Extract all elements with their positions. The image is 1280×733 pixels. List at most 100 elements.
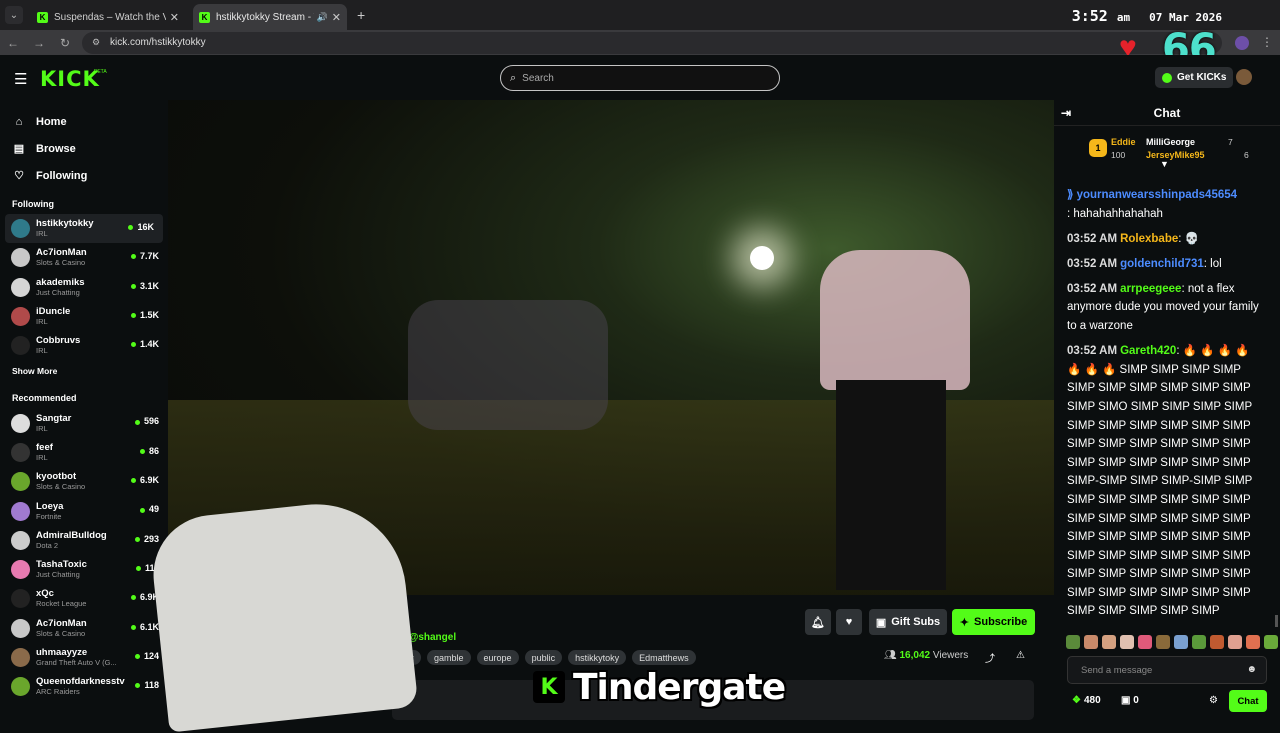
browser-menu-icon[interactable]: ⋮ [1261,35,1273,49]
sidebar-channel[interactable]: feef IRL 86 [0,438,168,467]
gift-subs-button[interactable]: ▣ Gift Subs [869,609,947,635]
chat-send-button[interactable]: Chat [1229,690,1267,712]
sidebar-channel[interactable]: AdmiralBulldog Dota 2 293 [0,526,168,555]
message-timestamp: 03:52 AM [1067,345,1118,358]
sidebar-channel[interactable]: Queenofdarknesstv ARC Raiders 118 [0,672,168,701]
sidebar-channel[interactable]: Ac7ionMan Slots & Casino 7.7K [0,243,168,272]
emote-icon[interactable] [1156,635,1170,649]
message-username[interactable]: Rolexbabe [1120,233,1178,245]
sidebar-channel[interactable]: hstikkytokky IRL 16K [5,214,163,244]
tab-list-button[interactable]: ⌄ [5,6,23,24]
beta-label: BETA [94,69,107,75]
tab-title: hstikkytokky Stream - Watch [216,11,314,23]
emote-icon[interactable] [1174,635,1188,649]
kick-logo[interactable]: KICK [40,67,100,91]
chat-scrollbar[interactable] [1275,615,1278,627]
notification-bell-button[interactable]: 🔔︎ [805,609,831,635]
stream-tag[interactable]: gamble [427,650,471,665]
channel-name: Cobbruvs [36,335,81,347]
stream-tag[interactable]: public [524,650,563,665]
sidebar-channel[interactable]: iDuncle IRL 1.5K [0,302,168,331]
show-more-button[interactable]: Show More [0,366,168,376]
sidebar-channel[interactable]: TashaToxic Just Chatting 111 [0,555,168,584]
sidebar-channel[interactable]: Cobbruvs IRL 1.4K [0,331,168,360]
emote-icon[interactable] [1066,635,1080,649]
emote-icon[interactable] [1192,635,1206,649]
kicks-balance-value: 480 [1083,695,1101,706]
stream-tag[interactable]: hstikkytoky [568,650,627,665]
user-avatar[interactable] [1236,69,1252,85]
stream-tag[interactable]: europe [476,650,519,665]
channel-info: AdmiralBulldog Dota 2 [36,530,107,551]
channel-category: Rocket League [36,599,87,609]
emote-icon[interactable] [1102,635,1116,649]
close-tab-icon[interactable]: ✕ [332,11,341,24]
report-icon[interactable]: ⚠ [1016,650,1025,661]
expand-leaderboard-icon[interactable]: ▼ [1160,159,1169,169]
site-info-icon[interactable]: ⚙ [92,37,104,48]
leader-second-name[interactable]: MilliGeorge [1146,137,1195,147]
emote-icon[interactable] [1120,635,1134,649]
nav-following[interactable]: ♡ Following [0,162,168,189]
leader-first-name[interactable]: Eddie [1111,137,1136,147]
forward-icon[interactable]: → [26,36,52,50]
leader-second-score: 7 [1228,137,1233,147]
channel-info: xQc Rocket League [36,588,86,609]
back-icon[interactable]: ← [0,36,26,50]
channel-name: uhmaayyze [36,647,88,658]
channel-category: Grand Theft Auto V (G... [36,658,117,667]
sidebar-channel[interactable]: akademiks Just Chatting 3.1K [0,273,168,302]
browse-icon: ▤ [13,143,25,155]
emoji-picker-icon[interactable]: ☻ [1246,664,1257,675]
heart-icon: ♡ [14,170,24,182]
hamburger-menu-icon[interactable]: ☰ [14,70,27,88]
message-username[interactable]: Gareth420 [1120,345,1176,357]
browser-tab-2[interactable]: K hstikkytokky Stream - Watch 🔊 ✕ [193,4,347,30]
speaker-icon[interactable]: 🔊 [317,12,328,23]
kicks-balance[interactable]: ❖ 480 [1072,695,1101,706]
emote-icon[interactable] [1246,635,1260,649]
stream-tag[interactable]: Edmatthews [632,650,696,665]
follow-button[interactable]: ♥ [836,609,862,635]
emote-icon[interactable] [1084,635,1098,649]
chat-message: 03:52 AM arrpeegeee: not a flex anymore d… [1067,280,1267,336]
emote-icon[interactable] [1228,635,1242,649]
sidebar-channel[interactable]: kyootbot Slots & Casino 6.9K [0,467,168,496]
get-kicks-button[interactable]: Get KICKs [1155,67,1234,88]
browser-tab-1[interactable]: K Suspendas – Watch the VOD on ✕ [31,4,185,30]
leader-first-score: 100 [1111,150,1126,160]
leader-third-name[interactable]: JerseyMike95 [1146,150,1205,160]
sidebar-channel[interactable]: uhmaayyze Grand Theft Auto V (G... 124 [0,643,168,672]
nav-home[interactable]: ⌂ Home [0,108,168,135]
message-username[interactable]: arrpeegeee [1120,283,1181,295]
new-tab-button[interactable]: + [357,7,365,23]
sidebar-channel[interactable]: Ac7ionMan Slots & Casino 6.1K [0,614,168,643]
share-icon[interactable]: ⤴ [985,650,995,665]
rank-badge: 1 [1089,139,1107,157]
reload-icon[interactable]: ↻ [52,36,78,50]
url-field[interactable]: ⚙ kick.com/hstikkytokky [82,31,1222,54]
tab-title: Suspendas – Watch the VOD on [54,11,166,23]
nav-browse[interactable]: ▤ Browse [0,135,168,162]
channel-viewers: 1.5K [131,310,159,320]
gift-count[interactable]: ▣ 0 [1121,695,1139,706]
message-username[interactable]: yournanwearsshinpads45654 [1077,189,1237,201]
sidebar-channel[interactable]: xQc Rocket League 6.9K [0,584,168,613]
close-tab-icon[interactable]: ✕ [170,11,179,24]
search-input[interactable]: ⌕ Search [500,65,780,91]
subscribe-button[interactable]: ✦ Subscribe [952,609,1035,635]
emote-icon[interactable] [1138,635,1152,649]
sidebar-channel[interactable]: Loeya Fortnite 49 [0,496,168,525]
message-username[interactable]: goldenchild731 [1120,258,1204,270]
channel-info: Ac7ionMan Slots & Casino [36,247,87,268]
channel-viewers: 6.9K [131,475,159,485]
chat-message-input[interactable]: Send a message ☻ [1067,656,1267,684]
emote-icon[interactable] [1264,635,1278,649]
mention-link[interactable]: @shangel [409,632,457,643]
emote-icon[interactable] [1210,635,1224,649]
collapse-chat-icon[interactable]: ⇥ [1061,106,1071,120]
sidebar-channel[interactable]: Sangtar IRL 596 [0,408,168,437]
chat-settings-icon[interactable]: ⚙ [1209,695,1218,706]
channel-name: hstikkytokky [36,218,94,230]
profile-avatar[interactable] [1235,36,1249,50]
